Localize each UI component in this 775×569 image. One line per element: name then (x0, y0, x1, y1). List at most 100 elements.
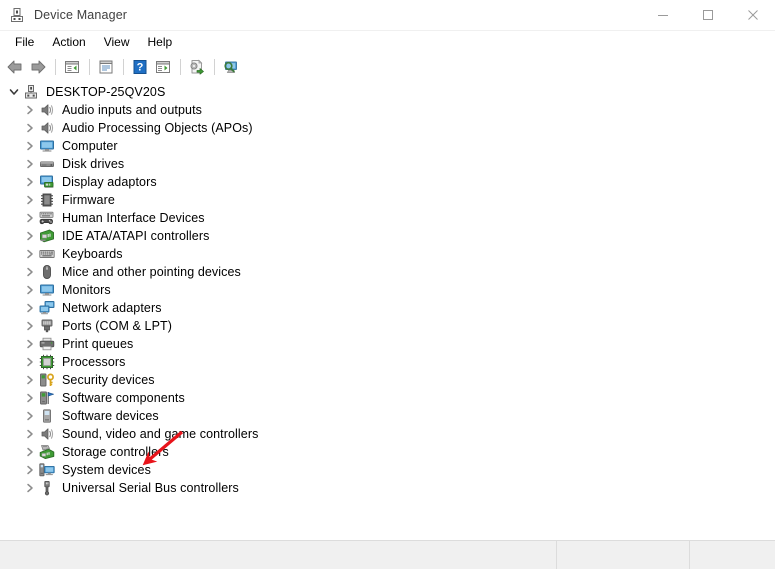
tree-item-label: Universal Serial Bus controllers (62, 481, 239, 495)
tree-item-display-adaptors[interactable]: Display adaptors (0, 173, 775, 191)
toolbar-separator (55, 59, 56, 75)
chevron-down-icon[interactable] (6, 84, 22, 100)
tree-item-disk-drives[interactable]: Disk drives (0, 155, 775, 173)
chevron-right-icon[interactable] (22, 174, 38, 190)
tree-item-label: Audio Processing Objects (APOs) (62, 121, 253, 135)
tree-item-software-components[interactable]: Software components (0, 389, 775, 407)
chevron-right-icon[interactable] (22, 480, 38, 496)
status-pane-message (0, 541, 557, 569)
forward-button[interactable] (27, 56, 49, 78)
chevron-right-icon[interactable] (22, 408, 38, 424)
tree-item-system-devices[interactable]: System devices (0, 461, 775, 479)
computer-root-icon (23, 84, 39, 100)
tree-item-software-devices[interactable]: Software devices (0, 407, 775, 425)
usb-connector-icon (39, 480, 55, 496)
chevron-right-icon[interactable] (22, 120, 38, 136)
update-driver-button[interactable] (186, 56, 208, 78)
tree-item-label: Software devices (62, 409, 159, 423)
toolbar-separator (180, 59, 181, 75)
tree-item-keyboards[interactable]: Keyboards (0, 245, 775, 263)
firmware-chip-icon (39, 192, 55, 208)
device-tree: DESKTOP-25QV20S Audio inputs and outputs (0, 80, 775, 497)
software-device-icon (39, 408, 55, 424)
status-pane-tertiary (690, 541, 775, 569)
chevron-right-icon[interactable] (22, 246, 38, 262)
tree-item-universal-serial-bus-controllers[interactable]: Universal Serial Bus controllers (0, 479, 775, 497)
printer-icon (39, 336, 55, 352)
chevron-right-icon[interactable] (22, 210, 38, 226)
storage-controller-icon (39, 444, 55, 460)
menu-file[interactable]: File (6, 32, 43, 53)
disk-drive-icon (39, 156, 55, 172)
tree-item-processors[interactable]: Processors (0, 353, 775, 371)
network-adapter-icon (39, 300, 55, 316)
chevron-right-icon[interactable] (22, 156, 38, 172)
show-hide-action-pane-button[interactable] (152, 56, 174, 78)
tree-item-ports-com-and-lpt[interactable]: Ports (COM & LPT) (0, 317, 775, 335)
scan-hardware-changes-button[interactable] (220, 56, 242, 78)
title-bar: Device Manager (0, 0, 775, 31)
tree-item-label: IDE ATA/ATAPI controllers (62, 229, 210, 243)
status-pane-secondary (557, 541, 690, 569)
tree-item-storage-controllers[interactable]: Storage controllers (0, 443, 775, 461)
menu-help[interactable]: Help (139, 32, 182, 53)
tree-root-label: DESKTOP-25QV20S (46, 85, 166, 99)
chevron-right-icon[interactable] (22, 318, 38, 334)
show-hide-console-tree-button[interactable] (61, 56, 83, 78)
help-button[interactable]: ? (129, 56, 151, 78)
menu-view[interactable]: View (95, 32, 139, 53)
tree-item-monitors[interactable]: Monitors (0, 281, 775, 299)
chevron-right-icon[interactable] (22, 336, 38, 352)
speaker-icon (39, 426, 55, 442)
security-device-key-icon (39, 372, 55, 388)
processor-chip-icon (39, 354, 55, 370)
tree-item-sound-video-and-game-controllers[interactable]: Sound, video and game controllers (0, 425, 775, 443)
tree-item-human-interface-devices[interactable]: Human Interface Devices (0, 209, 775, 227)
chevron-right-icon[interactable] (22, 390, 38, 406)
window-controls (640, 0, 775, 30)
chevron-right-icon[interactable] (22, 426, 38, 442)
console-tree-icon (63, 58, 81, 76)
software-component-flag-icon (39, 390, 55, 406)
chevron-right-icon[interactable] (22, 192, 38, 208)
minimize-button[interactable] (640, 0, 685, 30)
device-tree-panel[interactable]: DESKTOP-25QV20S Audio inputs and outputs (0, 80, 775, 537)
tree-root-item[interactable]: DESKTOP-25QV20S (0, 83, 775, 101)
help-question-icon: ? (131, 58, 149, 76)
tree-item-label: System devices (62, 463, 151, 477)
chevron-right-icon[interactable] (22, 372, 38, 388)
forward-arrow-icon (29, 58, 47, 76)
properties-button[interactable] (95, 56, 117, 78)
monitor-icon (39, 282, 55, 298)
ide-controller-icon (39, 228, 55, 244)
back-button[interactable] (4, 56, 26, 78)
scan-hardware-icon (222, 58, 240, 76)
chevron-right-icon[interactable] (22, 282, 38, 298)
chevron-right-icon[interactable] (22, 138, 38, 154)
device-manager-icon (9, 7, 25, 23)
maximize-button[interactable] (685, 0, 730, 30)
chevron-right-icon[interactable] (22, 354, 38, 370)
display-adapter-icon (39, 174, 55, 190)
chevron-right-icon[interactable] (22, 228, 38, 244)
speaker-icon (39, 102, 55, 118)
tree-item-computer[interactable]: Computer (0, 137, 775, 155)
tree-item-mice-and-other-pointing-devices[interactable]: Mice and other pointing devices (0, 263, 775, 281)
tree-item-security-devices[interactable]: Security devices (0, 371, 775, 389)
tree-item-network-adapters[interactable]: Network adapters (0, 299, 775, 317)
chevron-right-icon[interactable] (22, 462, 38, 478)
chevron-right-icon[interactable] (22, 102, 38, 118)
chevron-right-icon[interactable] (22, 264, 38, 280)
menu-action[interactable]: Action (43, 32, 94, 53)
close-button[interactable] (730, 0, 775, 30)
chevron-right-icon[interactable] (22, 300, 38, 316)
tree-item-audio-inputs-and-outputs[interactable]: Audio inputs and outputs (0, 101, 775, 119)
tree-item-label: Keyboards (62, 247, 123, 261)
svg-text:?: ? (137, 62, 144, 74)
tree-item-print-queues[interactable]: Print queues (0, 335, 775, 353)
tree-item-ide-ata-atapi-controllers[interactable]: IDE ATA/ATAPI controllers (0, 227, 775, 245)
chevron-right-icon[interactable] (22, 444, 38, 460)
monitor-icon (39, 138, 55, 154)
tree-item-firmware[interactable]: Firmware (0, 191, 775, 209)
tree-item-audio-processing-objects[interactable]: Audio Processing Objects (APOs) (0, 119, 775, 137)
